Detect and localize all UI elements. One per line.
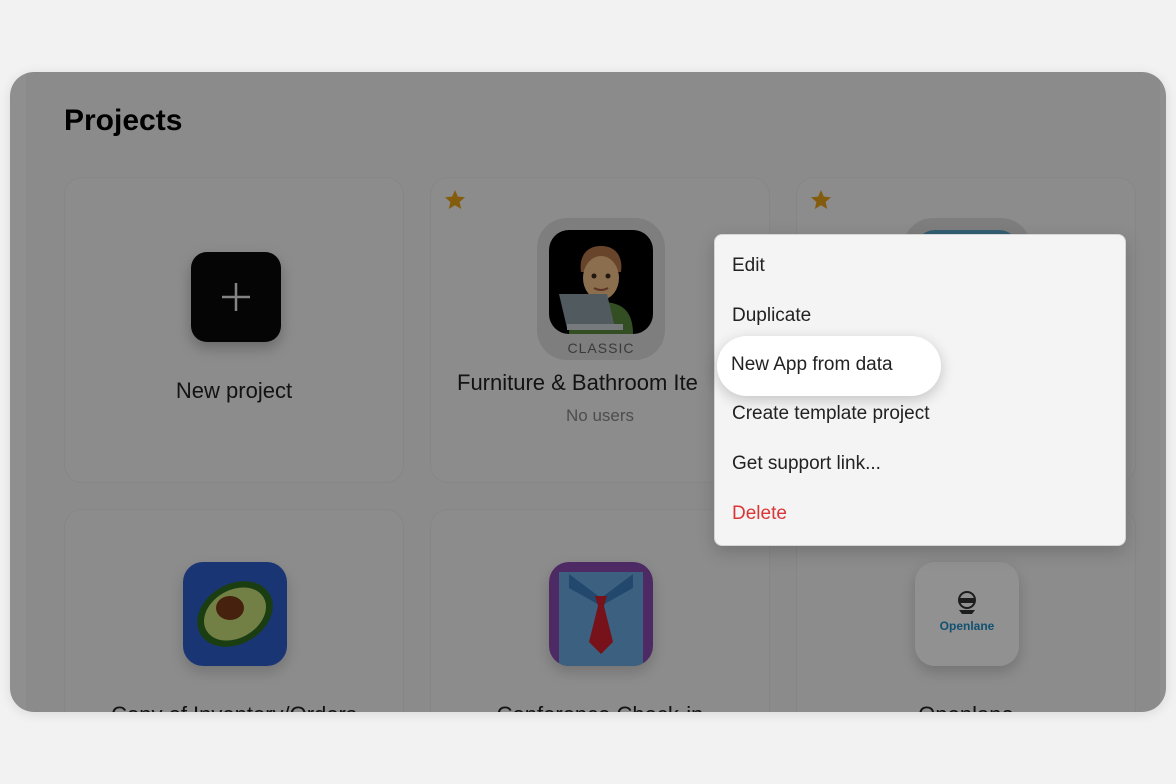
menu-item-edit[interactable]: Edit — [732, 255, 765, 277]
menu-item-delete[interactable]: Delete — [732, 503, 787, 525]
menu-item-duplicate[interactable]: Duplicate — [732, 305, 811, 327]
menu-item-create-template[interactable]: Create template project — [732, 403, 930, 425]
projects-window: Projects New project CLASSIC Furniture &… — [10, 72, 1166, 712]
menu-item-new-app-from-data[interactable]: New App from data — [717, 336, 941, 396]
menu-item-support-link[interactable]: Get support link... — [732, 453, 881, 475]
menu-item-label: New App from data — [731, 354, 893, 375]
